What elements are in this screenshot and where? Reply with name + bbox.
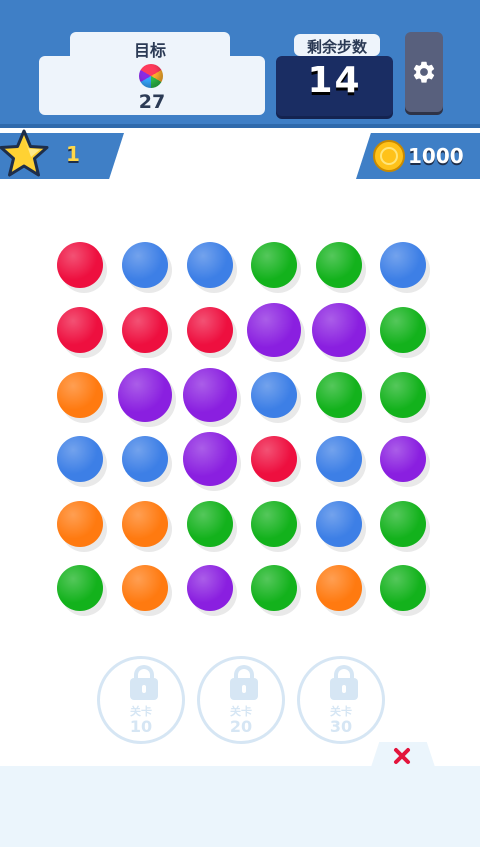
locked-level-slot[interactable]: 关卡 30 <box>297 656 385 744</box>
dot-green[interactable] <box>380 307 426 353</box>
dot-orange[interactable] <box>122 565 168 611</box>
dot-green[interactable] <box>316 372 362 418</box>
dot-blue[interactable] <box>187 242 233 288</box>
level-number: 10 <box>129 717 153 736</box>
bottom-tray <box>0 766 480 847</box>
dot-blue[interactable] <box>380 242 426 288</box>
dot-green[interactable] <box>57 565 103 611</box>
dot-red[interactable] <box>122 307 168 353</box>
dot-blue[interactable] <box>57 436 103 482</box>
dot-blue[interactable] <box>251 372 297 418</box>
dot-green[interactable] <box>251 565 297 611</box>
dot-orange[interactable] <box>316 565 362 611</box>
dot-purple[interactable] <box>380 436 426 482</box>
dot-red[interactable] <box>251 436 297 482</box>
level-number: 20 <box>229 717 253 736</box>
dot-green[interactable] <box>187 501 233 547</box>
dot-purple[interactable] <box>247 303 301 357</box>
dot-purple[interactable] <box>183 368 237 422</box>
keyhole <box>142 685 146 693</box>
dot-green[interactable] <box>380 372 426 418</box>
dot-green[interactable] <box>380 565 426 611</box>
dot-purple[interactable] <box>183 432 237 486</box>
dot-green[interactable] <box>316 242 362 288</box>
close-icon <box>394 748 410 764</box>
locked-level-slot[interactable]: 关卡 20 <box>197 656 285 744</box>
close-button[interactable] <box>390 744 414 768</box>
dot-orange[interactable] <box>57 501 103 547</box>
dot-green[interactable] <box>251 501 297 547</box>
dot-orange[interactable] <box>122 501 168 547</box>
locked-level-slot[interactable]: 关卡 10 <box>97 656 185 744</box>
keyhole <box>242 685 246 693</box>
dot-blue[interactable] <box>316 436 362 482</box>
dot-blue[interactable] <box>122 242 168 288</box>
dot-green[interactable] <box>380 501 426 547</box>
dot-purple[interactable] <box>118 368 172 422</box>
dot-green[interactable] <box>251 242 297 288</box>
keyhole <box>342 685 346 693</box>
dot-red[interactable] <box>57 242 103 288</box>
dot-orange[interactable] <box>57 372 103 418</box>
dot-red[interactable] <box>57 307 103 353</box>
dot-red[interactable] <box>187 307 233 353</box>
level-number: 30 <box>329 717 353 736</box>
dot-blue[interactable] <box>316 501 362 547</box>
dot-blue[interactable] <box>122 436 168 482</box>
dot-purple[interactable] <box>312 303 366 357</box>
dot-purple[interactable] <box>187 565 233 611</box>
